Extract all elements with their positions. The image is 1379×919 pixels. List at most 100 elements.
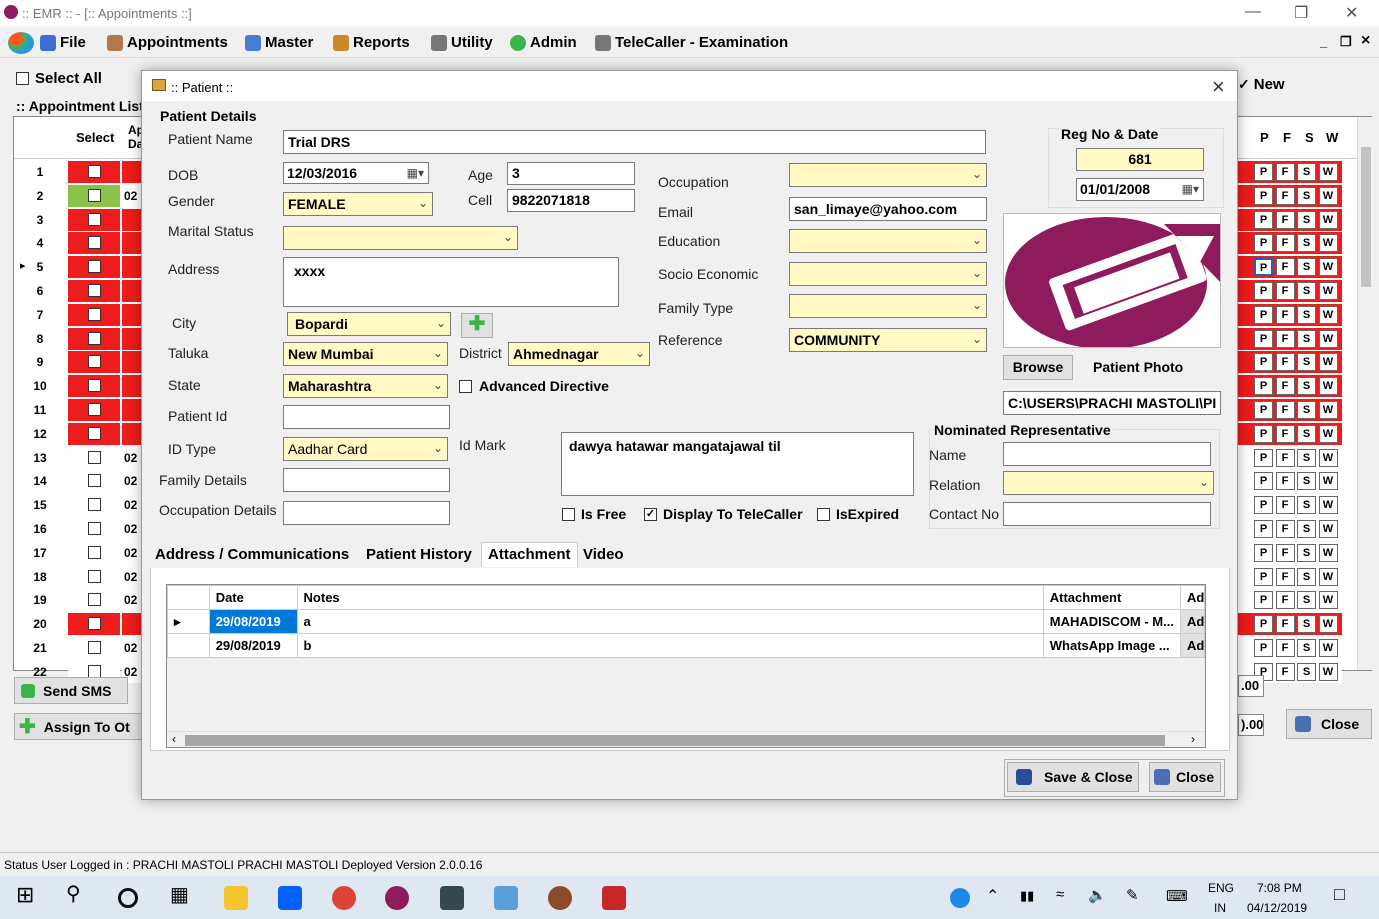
row-flag-w-button[interactable]: W [1318,424,1338,443]
row-flag-s-button[interactable]: S [1297,520,1316,538]
row-checkbox[interactable] [88,474,101,488]
dropbox-icon[interactable] [278,886,302,910]
dialog-close-x[interactable]: × [1212,74,1225,100]
nom-name-input[interactable] [1003,442,1211,466]
row-flag-s-button[interactable]: S [1297,472,1316,491]
cell-input[interactable]: 9822071818 [507,189,635,212]
row-checkbox[interactable] [88,569,101,583]
menu-master[interactable]: Master [245,34,313,51]
tab-video[interactable]: Video [583,546,624,563]
region-label[interactable]: IN [1214,901,1226,915]
email-input[interactable]: san_limaye@yahoo.com [789,197,987,221]
row-flag-f-button[interactable]: F [1275,591,1295,610]
row-flag-w-button[interactable]: W [1318,543,1338,562]
minimize-button[interactable]: — [1245,3,1261,21]
ad-button[interactable]: Ad [1179,633,1205,658]
row-select-cell[interactable] [68,613,120,636]
row-checkbox[interactable] [88,284,101,297]
row-flag-w-button[interactable]: W [1318,210,1338,229]
row-flag-s-button[interactable]: S [1297,329,1316,348]
cortana-icon[interactable] [118,888,138,908]
row-flag-s-button[interactable]: S [1297,662,1316,681]
row-flag-w-button[interactable]: W [1318,567,1338,586]
restore-button[interactable]: ❐ [1294,3,1308,23]
nom-contact-input[interactable] [1003,502,1211,526]
amount-field-1[interactable]: .00 [1238,675,1264,697]
row-flag-f-button[interactable]: F [1275,424,1295,443]
row-flag-s-button[interactable]: S [1297,377,1316,396]
row-flag-f-button[interactable]: F [1275,496,1295,515]
city-select[interactable]: Bopardi ⌄ [287,312,451,336]
mdi-restore-button[interactable]: ❐ [1340,34,1352,50]
row-flag-p-button[interactable]: P [1254,567,1273,586]
row-select-cell[interactable] [68,541,120,564]
select-all[interactable]: Select All [16,70,102,87]
row-flag-p-button[interactable]: P [1254,163,1273,181]
notes-cell[interactable]: a [296,609,1044,634]
row-flag-s-button[interactable]: S [1297,448,1316,467]
scroll-left-icon[interactable]: ‹ [172,732,176,746]
row-flag-f-button[interactable]: F [1275,543,1295,562]
row-flag-w-button[interactable]: W [1318,591,1338,610]
horizontal-scrollbar[interactable]: ‹ › [167,731,1205,747]
menu-appointments[interactable]: Appointments [107,34,228,51]
row-flag-s-button[interactable]: S [1297,567,1316,586]
row-flag-w-button[interactable]: W [1318,186,1338,205]
display-telecaller-checkbox[interactable]: ✓ Display To TeleCaller [644,506,803,522]
row-flag-f-button[interactable]: F [1275,353,1295,372]
row-checkbox[interactable] [88,403,101,416]
socio-select[interactable]: ⌄ [789,262,987,286]
calendar-dropdown-icon[interactable]: ▦▾ [407,166,424,180]
row-flag-w-button[interactable]: W [1318,496,1338,515]
window-close-button[interactable]: ✕ [1345,3,1358,23]
tab-address[interactable]: Address / Communications [155,546,349,563]
district-select[interactable]: Ahmednagar ⌄ [508,342,650,366]
pen-icon[interactable]: ✎ [1126,886,1139,904]
volume-icon[interactable]: 🔈 [1088,886,1107,904]
row-flag-f-button[interactable]: F [1275,472,1295,491]
row-flag-w-button[interactable]: W [1318,448,1338,467]
menu-utility[interactable]: Utility [431,34,493,51]
row-checkbox[interactable] [88,617,101,631]
mdi-close-button[interactable]: × [1361,32,1370,50]
notifications-icon[interactable]: □ [1334,884,1345,905]
row-select-cell[interactable] [68,399,120,421]
row-select-cell[interactable] [68,280,120,302]
row-select-cell[interactable] [68,351,120,374]
tab-patient-history[interactable]: Patient History [366,546,472,563]
row-flag-f-button[interactable]: F [1275,163,1295,181]
age-input[interactable]: 3 [507,162,635,185]
row-select-cell[interactable] [68,232,120,255]
row-checkbox[interactable] [88,641,101,654]
row-checkbox[interactable] [88,379,101,393]
row-flag-p-button[interactable]: P [1254,591,1273,610]
nom-relation-select[interactable]: ⌄ [1003,471,1214,495]
emr-app-icon[interactable] [385,886,409,910]
row-checkbox[interactable] [88,426,101,440]
row-flag-p-button[interactable]: P [1254,353,1273,372]
advanced-directive-checkbox[interactable]: Advanced Directive [459,378,609,394]
mdi-minimize-button[interactable]: _ [1320,34,1327,49]
row-flag-p-button[interactable]: P [1254,472,1273,491]
row-select-cell[interactable] [68,256,120,279]
row-select-cell[interactable] [68,327,120,350]
row-flag-p-button[interactable]: P [1254,210,1273,229]
state-select[interactable]: Maharashtra ⌄ [283,374,448,398]
row-select-cell[interactable] [68,161,120,183]
patient-id-input[interactable] [283,405,450,429]
photo-path-input[interactable]: C:\USERS\PRACHI MASTOLI\PI [1003,391,1221,415]
row-checkbox[interactable] [88,355,101,369]
ad-button[interactable]: Ad [1179,609,1205,634]
row-flag-p-button[interactable]: P [1254,329,1273,348]
row-flag-p-button[interactable]: P [1254,496,1273,515]
clock-time[interactable]: 7:08 PM [1257,881,1302,895]
row-flag-f-button[interactable]: F [1275,210,1295,229]
gender-select[interactable]: FEMALE ⌄ [283,192,433,216]
amount-field-2[interactable]: ).00 [1238,714,1264,736]
row-flag-f-button[interactable]: F [1275,615,1295,634]
row-flag-s-button[interactable]: S [1297,305,1316,324]
send-sms-button[interactable]: Send SMS [14,677,128,704]
row-flag-p-button[interactable]: P [1254,615,1273,634]
id-mark-textarea[interactable]: dawya hatawar mangatajawal til [561,432,914,496]
family-details-input[interactable] [283,468,450,492]
